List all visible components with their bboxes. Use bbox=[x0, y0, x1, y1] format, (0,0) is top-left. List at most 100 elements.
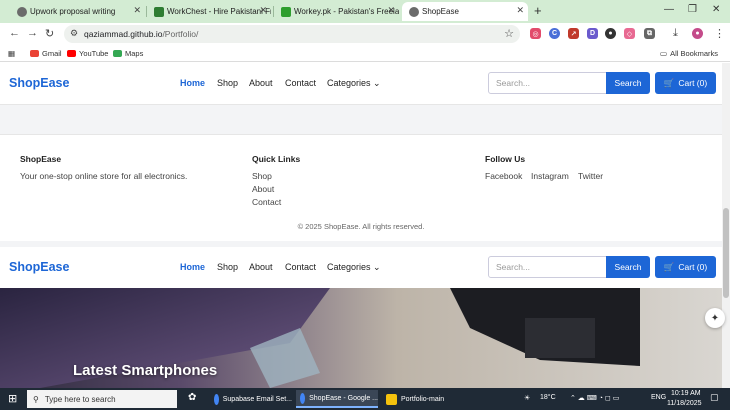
nav-shop[interactable]: Shop bbox=[217, 78, 238, 88]
taskbar-search-input[interactable]: ⚲ Type here to search bbox=[27, 390, 177, 408]
tab-title: WorkChest - Hire Pakistani Free... bbox=[167, 7, 271, 16]
taskbar-app-label: ShopEase - Google ... bbox=[309, 394, 378, 402]
close-icon[interactable]: ✕ bbox=[516, 5, 524, 16]
taskbar-app-supabase[interactable]: Supabase Email Set... bbox=[210, 390, 292, 408]
chrome-icon bbox=[300, 392, 306, 404]
folder-icon bbox=[386, 393, 397, 405]
nav-categories[interactable]: Categories ⌄ bbox=[327, 78, 381, 89]
social-instagram[interactable]: Instagram bbox=[531, 171, 569, 181]
social-twitter[interactable]: Twitter bbox=[578, 171, 603, 181]
nav-about[interactable]: About bbox=[249, 78, 273, 88]
taskbar-app-label: Portfolio-main bbox=[401, 395, 445, 403]
extension-icon[interactable]: ↗ bbox=[568, 28, 579, 39]
clock-date[interactable]: 11/18/2025 bbox=[667, 400, 702, 407]
cart-button[interactable]: 🛒 Cart (0) bbox=[655, 72, 716, 94]
extension-icon[interactable]: ● bbox=[605, 28, 616, 39]
download-icon[interactable]: ⤓ bbox=[673, 27, 678, 40]
bookmark-label: YouTube bbox=[79, 49, 109, 58]
search-icon: ⚲ bbox=[33, 394, 39, 404]
taskbar-app-portfolio[interactable]: Portfolio-main bbox=[382, 390, 462, 408]
cart-button[interactable]: 🛒 Cart (0) bbox=[655, 256, 716, 278]
site-navbar-secondary: ShopEase Home Shop About Contact Categor… bbox=[0, 247, 722, 289]
taskbar-app-label: Supabase Email Set... bbox=[222, 395, 292, 403]
new-tab-icon[interactable]: + bbox=[534, 3, 542, 18]
search-button[interactable]: Search bbox=[606, 256, 650, 278]
close-icon[interactable]: ✕ bbox=[259, 5, 267, 16]
bookmark-gmail[interactable]: Gmail bbox=[30, 49, 62, 58]
bookmark-label: All Bookmarks bbox=[670, 49, 719, 58]
apps-grid-icon[interactable]: ▦ bbox=[8, 49, 15, 58]
forward-icon[interactable]: → bbox=[27, 27, 38, 39]
footer-link-about[interactable]: About bbox=[252, 184, 274, 194]
extension-icon[interactable]: ◎ bbox=[530, 28, 541, 39]
site-brand[interactable]: ShopEase bbox=[9, 260, 69, 274]
close-icon[interactable]: ✕ bbox=[387, 5, 395, 16]
browser-toolbar: ← → ↻ ⚙ qaziammad.github.io/Portfolio/ ☆… bbox=[0, 23, 730, 45]
weather-temp[interactable]: 18°C bbox=[540, 394, 556, 401]
nav-categories[interactable]: Categories ⌄ bbox=[327, 262, 381, 273]
scrollbar-thumb[interactable] bbox=[723, 208, 729, 298]
nav-shop[interactable]: Shop bbox=[217, 262, 238, 272]
page-scrollbar[interactable] bbox=[722, 63, 730, 388]
bookmark-youtube[interactable]: YouTube bbox=[67, 49, 108, 58]
tab-upwork[interactable]: Upwork proposal writing ✕ bbox=[10, 2, 145, 21]
tab-shopease[interactable]: ShopEase ✕ bbox=[402, 2, 528, 21]
clock-time[interactable]: 10:19 AM bbox=[671, 390, 701, 397]
back-icon[interactable]: ← bbox=[9, 27, 20, 39]
minimize-icon[interactable]: — bbox=[664, 4, 674, 15]
touchpad-shape bbox=[525, 318, 595, 358]
page-viewport: ShopEase Home Shop About Contact Categor… bbox=[0, 63, 730, 388]
menu-kebab-icon[interactable]: ⋮ bbox=[714, 27, 725, 40]
windows-taskbar: ⊞ ⚲ Type here to search ✿ Supabase Email… bbox=[0, 388, 730, 410]
extension-icon[interactable]: ◇ bbox=[624, 28, 635, 39]
language-indicator[interactable]: ENG bbox=[651, 394, 666, 401]
nav-about[interactable]: About bbox=[249, 262, 273, 272]
nav-contact[interactable]: Contact bbox=[285, 262, 316, 272]
search-input[interactable]: Search... bbox=[488, 72, 607, 94]
globe-icon bbox=[409, 7, 419, 17]
all-bookmarks[interactable]: ▭ All Bookmarks bbox=[660, 49, 718, 58]
tab-title: Workey.pk - Pakistan's Freelanc... bbox=[294, 7, 399, 16]
profile-avatar[interactable]: ● bbox=[692, 28, 703, 39]
footer-links-title: Quick Links bbox=[252, 154, 301, 164]
extension-icon[interactable]: D bbox=[587, 28, 598, 39]
windows-start-icon[interactable]: ⊞ bbox=[8, 392, 17, 405]
sparkle-icon[interactable]: ✦ bbox=[705, 308, 725, 328]
folder-icon: ▭ bbox=[660, 49, 668, 58]
tray-icons[interactable]: ⌃ ☁ ⌨ ◔ ◻ ▭ bbox=[570, 394, 619, 402]
footer-about-title: ShopEase bbox=[20, 154, 62, 164]
copilot-icon[interactable]: ✿ bbox=[188, 392, 196, 403]
url-text: qaziammad.github.io/Portfolio/ bbox=[84, 29, 198, 39]
taskbar-app-shopease[interactable]: ShopEase - Google ... bbox=[296, 390, 378, 408]
footer-link-contact[interactable]: Contact bbox=[252, 197, 281, 207]
reload-icon[interactable]: ↻ bbox=[45, 27, 54, 40]
tab-workchest[interactable]: WorkChest - Hire Pakistani Free... ✕ bbox=[147, 2, 271, 21]
social-facebook[interactable]: Facebook bbox=[485, 171, 522, 181]
search-button[interactable]: Search bbox=[606, 72, 650, 94]
cart-icon: 🛒 bbox=[663, 261, 675, 272]
weather-icon[interactable]: ☀ bbox=[524, 394, 530, 402]
cart-label: Cart (0) bbox=[678, 262, 708, 272]
taskbar-search-placeholder: Type here to search bbox=[44, 394, 116, 404]
tab-workey[interactable]: Workey.pk - Pakistan's Freelanc... ✕ bbox=[274, 2, 399, 21]
puzzle-icon[interactable]: ⧉ bbox=[644, 28, 655, 39]
site-info-icon[interactable]: ⚙ bbox=[70, 28, 78, 39]
notification-icon[interactable]: ▢ bbox=[710, 392, 719, 403]
footer-about-text: Your one-stop online store for all elect… bbox=[20, 171, 188, 181]
close-window-icon[interactable]: ✕ bbox=[712, 4, 720, 15]
nav-home[interactable]: Home bbox=[180, 262, 205, 272]
maximize-icon[interactable]: ❐ bbox=[688, 4, 697, 15]
bookmark-label: Gmail bbox=[42, 49, 62, 58]
nav-contact[interactable]: Contact bbox=[285, 78, 316, 88]
site-brand[interactable]: ShopEase bbox=[9, 76, 69, 90]
cart-icon: 🛒 bbox=[663, 77, 675, 88]
close-icon[interactable]: ✕ bbox=[133, 5, 141, 16]
nav-home[interactable]: Home bbox=[180, 78, 205, 88]
address-bar[interactable]: ⚙ qaziammad.github.io/Portfolio/ ☆ bbox=[64, 25, 520, 43]
search-input[interactable]: Search... bbox=[488, 256, 607, 278]
bookmark-star-icon[interactable]: ☆ bbox=[504, 27, 514, 40]
extension-icon[interactable]: C bbox=[549, 28, 560, 39]
footer-link-shop[interactable]: Shop bbox=[252, 171, 272, 181]
bookmark-maps[interactable]: Maps bbox=[113, 49, 143, 58]
chrome-icon bbox=[214, 393, 219, 405]
